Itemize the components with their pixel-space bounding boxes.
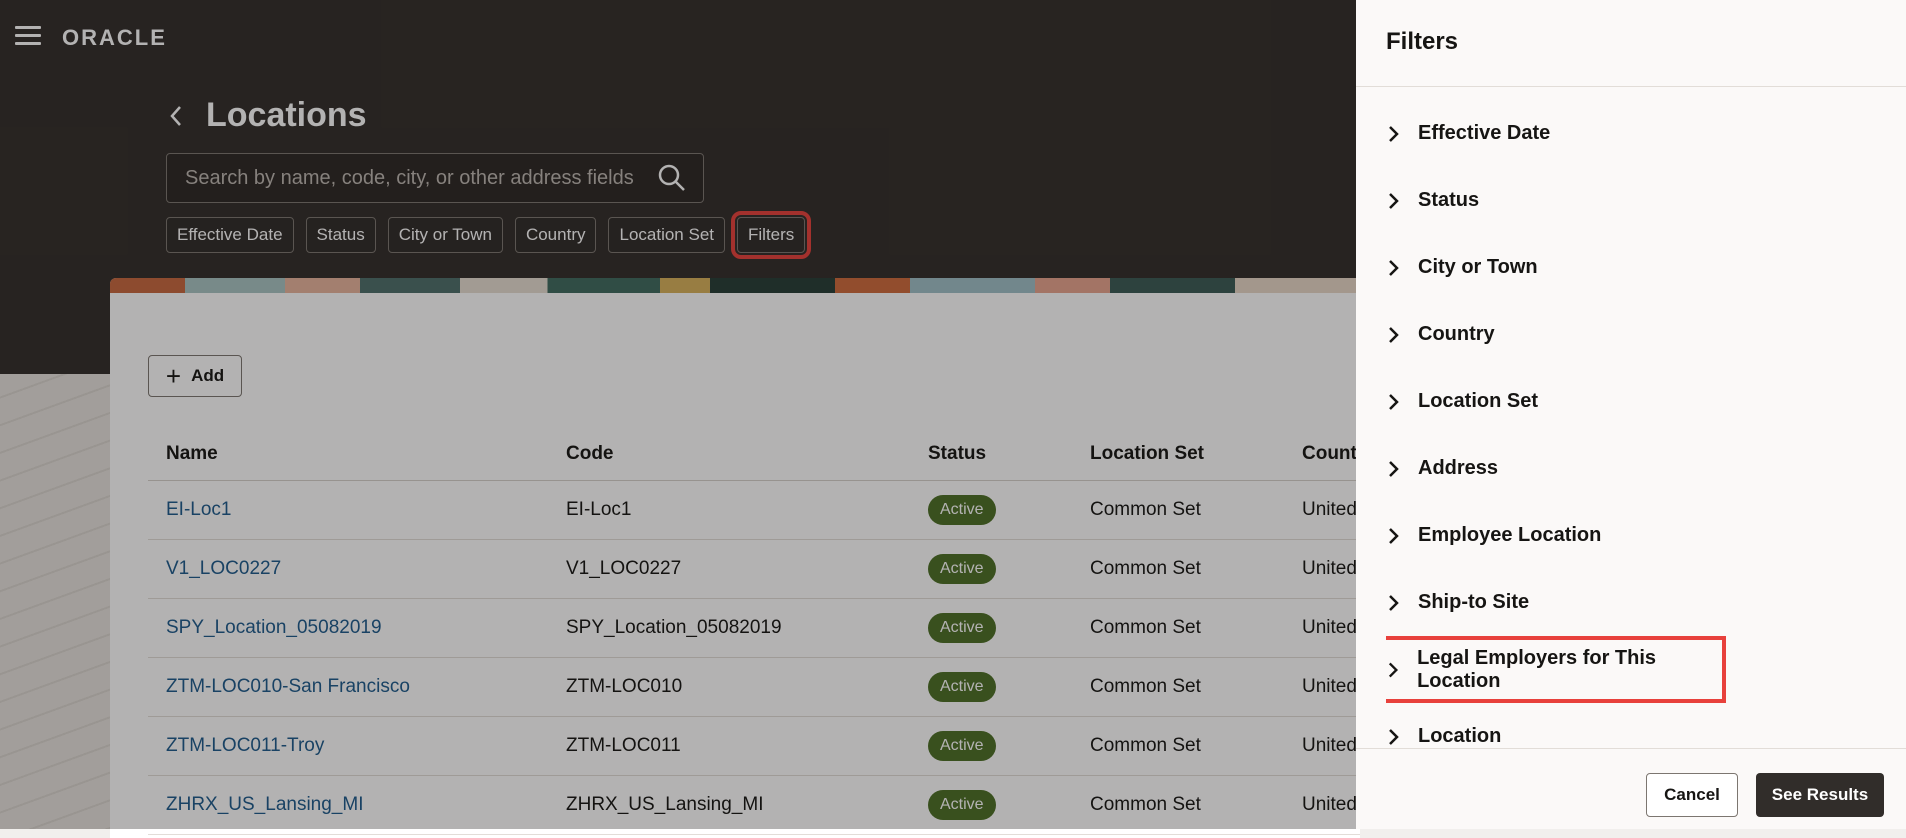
filter-item-label: City or Town [1418,256,1538,278]
filter-address[interactable]: Address [1386,435,1886,502]
chevron-right-icon [1389,259,1399,276]
filters-panel-footer: Cancel See Results [1356,748,1906,830]
filter-status[interactable]: Status [1386,167,1886,234]
filter-legal-employers[interactable]: Legal Employers for This Location [1386,636,1726,703]
filter-city-or-town[interactable]: City or Town [1386,234,1886,301]
chevron-right-icon [1389,460,1399,477]
chevron-right-icon [1389,393,1399,410]
filter-item-label: Legal Employers for This Location [1417,646,1657,692]
filter-item-label: Country [1418,323,1495,345]
filter-location[interactable]: Location [1386,703,1886,748]
chevron-right-icon [1388,662,1399,677]
filter-location-set[interactable]: Location Set [1386,368,1886,435]
divider [1356,86,1906,87]
filter-item-label: Employee Location [1418,524,1602,546]
filter-item-label: Ship-to Site [1418,591,1530,613]
filter-ship-to-site[interactable]: Ship-to Site [1386,569,1886,636]
chevron-right-icon [1389,594,1399,611]
modal-overlay[interactable] [0,0,1356,829]
filter-country[interactable]: Country [1386,301,1886,368]
filters-panel: Filters Effective Date Status City or To… [1356,0,1906,829]
filters-panel-title: Filters [1386,28,1459,55]
filter-item-label: Address [1418,457,1499,479]
chevron-right-icon [1389,728,1399,745]
cancel-button[interactable]: Cancel [1646,773,1738,817]
chevron-right-icon [1389,527,1399,544]
filter-list: Effective Date Status City or Town Count… [1386,100,1886,748]
filter-employee-location[interactable]: Employee Location [1386,502,1886,569]
filter-item-label: Location Set [1418,390,1539,412]
filter-effective-date[interactable]: Effective Date [1386,100,1886,167]
chevron-right-icon [1389,192,1399,209]
chevron-right-icon [1389,326,1399,343]
chevron-right-icon [1389,125,1399,142]
filter-item-label: Location [1418,725,1502,747]
filter-item-label: Effective Date [1418,122,1551,144]
see-results-button[interactable]: See Results [1756,773,1884,817]
filter-item-label: Status [1418,189,1480,211]
